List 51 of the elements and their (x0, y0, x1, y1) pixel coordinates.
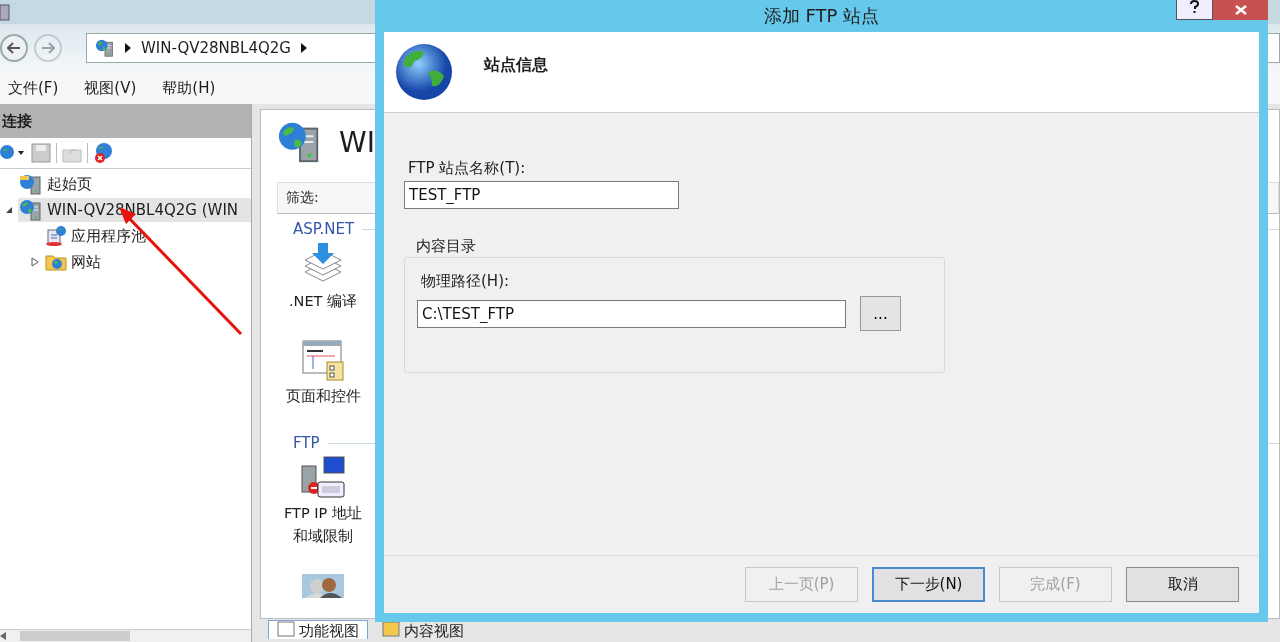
scrollbar-thumb[interactable] (20, 631, 130, 641)
menu-item[interactable]: 文件(F) (8, 78, 59, 98)
chevron-icon (301, 43, 307, 53)
group-title: FTP (293, 434, 320, 452)
help-icon (1190, 0, 1199, 14)
app-pool-icon (44, 225, 68, 247)
filter-label: 筛选: (286, 189, 319, 207)
expand-icon[interactable] (31, 257, 39, 267)
dialog-title: 添加 FTP 站点 (763, 4, 880, 28)
view-tab[interactable]: 功能视图 (268, 620, 368, 639)
breadcrumb[interactable]: WIN-QV28NBL4Q2G (141, 39, 291, 57)
users-icon (302, 574, 344, 598)
scroll-left-icon[interactable] (0, 632, 6, 640)
path-field[interactable]: C:\TEST_FTP (417, 299, 846, 328)
page-title: 站点信息 (484, 54, 548, 76)
server-monitor-icon (300, 456, 346, 500)
back-icon (7, 42, 21, 54)
menu-item[interactable]: 帮助(H) (162, 78, 216, 98)
collapse-icon[interactable] (5, 206, 13, 214)
close-button[interactable] (1213, 0, 1268, 20)
chevron-icon (125, 43, 131, 53)
forward-icon (41, 42, 55, 54)
pane-title: 连接 (2, 111, 32, 131)
app-icon (0, 3, 10, 21)
menu-item[interactable]: 视图(V) (84, 78, 137, 98)
server-globe-icon (18, 199, 44, 221)
close-icon (1234, 5, 1247, 15)
globe-icon (394, 42, 454, 102)
feature-label[interactable]: 页面和控件 (285, 385, 361, 408)
field-label: 物理路径(H): (421, 272, 510, 290)
browse-button[interactable]: ... (860, 296, 901, 331)
group-title: ASP.NET (293, 220, 355, 238)
group-title: 内容目录 (416, 237, 476, 255)
feature-label[interactable]: FTP IP 地址 和域限制 (284, 502, 362, 548)
tree-item[interactable]: 网站 (44, 250, 105, 274)
wizard-button[interactable]: 取消 (1126, 567, 1239, 602)
wizard-button[interactable]: 下一步(N) (872, 567, 985, 602)
folder-icon (382, 621, 400, 637)
feature-label[interactable]: .NET 编译 (288, 290, 358, 313)
page-heading: WI (339, 125, 375, 159)
view-tab[interactable]: 内容视图 (374, 621, 472, 639)
help-button[interactable] (1176, 0, 1213, 20)
form-window-icon (301, 339, 345, 383)
field-label: FTP 站点名称(T): (408, 159, 526, 177)
tree-item[interactable]: 起始页 (18, 172, 96, 196)
folder-globe-icon (44, 252, 68, 272)
back-button[interactable] (0, 34, 28, 62)
start-page-icon (18, 173, 44, 195)
server-globe-icon (95, 39, 115, 57)
grid-icon (277, 621, 295, 637)
site-name-field[interactable]: TEST_FTP (404, 181, 679, 209)
